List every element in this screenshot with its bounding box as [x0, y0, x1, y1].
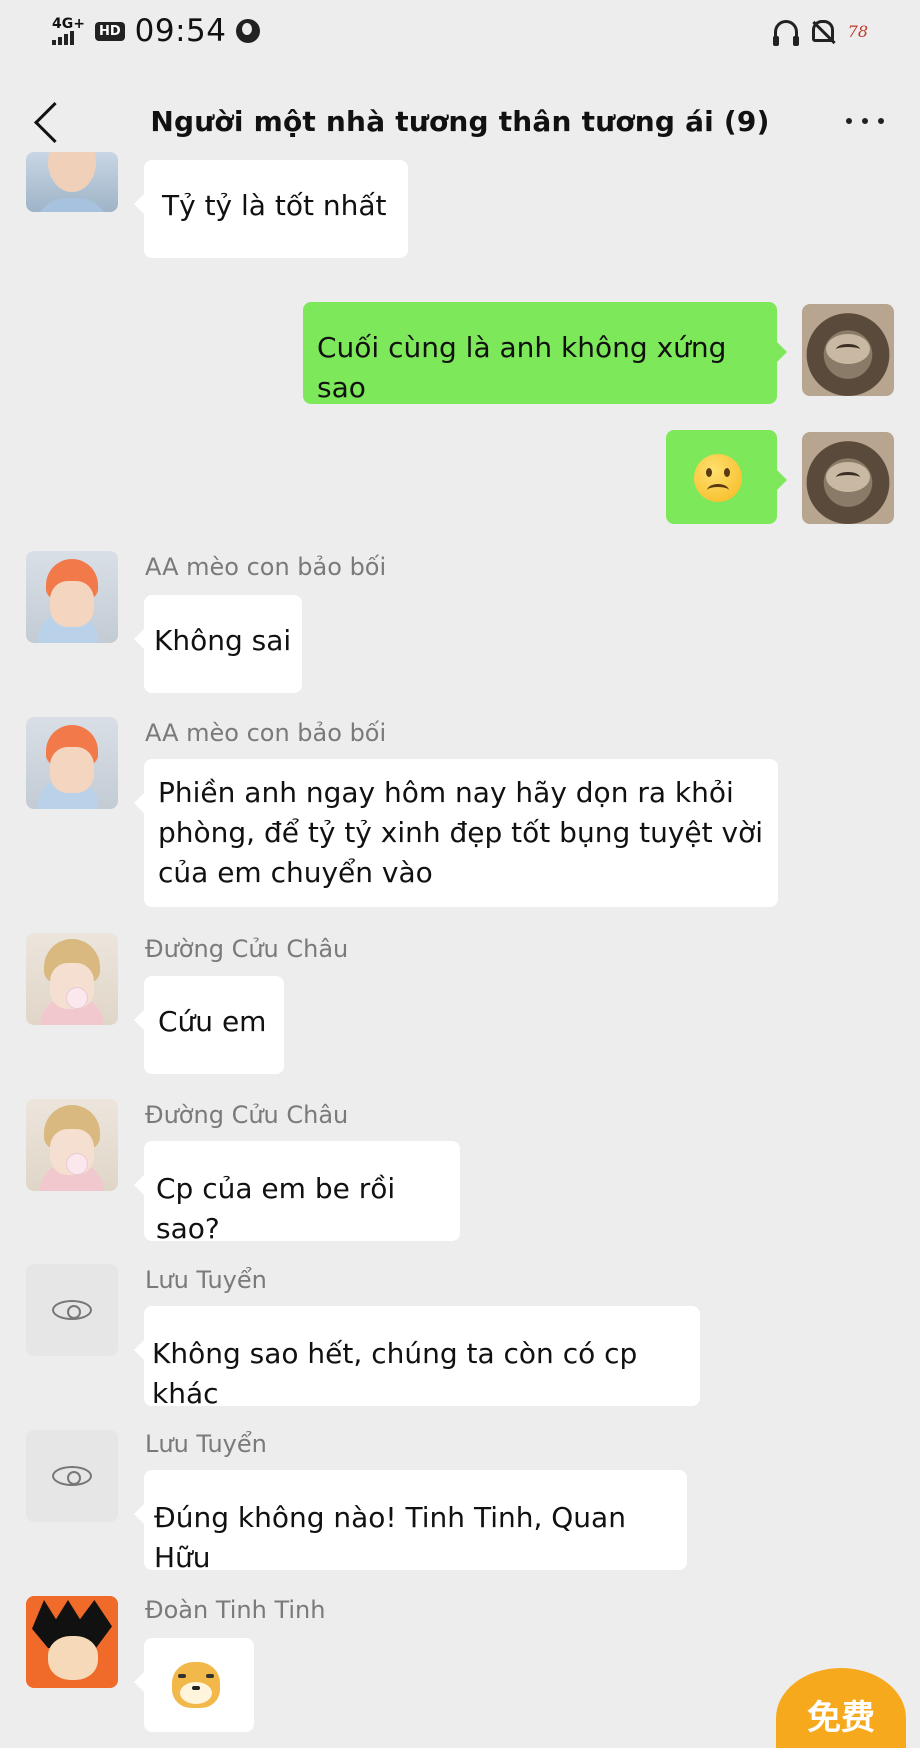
cat-avatar[interactable] [802, 432, 894, 524]
blonde-avatar[interactable] [26, 933, 118, 1025]
battery-level: 78 [847, 21, 868, 41]
back-icon[interactable] [30, 102, 70, 146]
eye-avatar[interactable] [26, 1430, 118, 1522]
message-bubble[interactable] [666, 430, 787, 524]
message-text: Cứu em [158, 1005, 267, 1038]
blonde-avatar[interactable] [26, 1099, 118, 1191]
message-text: Đúng không nào! Tinh Tinh, Quan Hữu [154, 1501, 626, 1574]
chat-title: Người một nhà tương thân tương ái (9) [150, 104, 770, 138]
headphone-icon [772, 20, 799, 46]
message-bubble[interactable]: Cuối cùng là anh không xứng sao [303, 302, 787, 404]
sender-name: AA mèo con bảo bối [145, 719, 387, 747]
message-row: Đường Cửu Châu Cứu em [0, 933, 920, 1074]
hd-badge: HD [94, 21, 125, 41]
message-row: AA mèo con bảo bối Phiền anh ngay hôm na… [0, 717, 920, 907]
sender-name: Đoàn Tinh Tinh [145, 1596, 326, 1624]
status-left: 4G+ HD 09:54 [52, 13, 261, 49]
message-text: Không sao hết, chúng ta còn có cp khác [152, 1337, 638, 1410]
muted-bell-icon [811, 20, 834, 42]
sender-name: AA mèo con bảo bối [145, 553, 387, 581]
eye-avatar[interactable] [26, 1264, 118, 1356]
message-row: Cuối cùng là anh không xứng sao [0, 302, 920, 406]
status-right: 78 [772, 20, 868, 46]
globe-icon [236, 19, 261, 43]
message-row: Lưu Tuyển Không sao hết, chúng ta còn có… [0, 1264, 920, 1410]
message-text: Cuối cùng là anh không xứng sao [317, 331, 727, 404]
frowning-face-emoji [694, 454, 742, 502]
status-bar: 4G+ HD 09:54 78 [0, 0, 920, 62]
message-text: Cp của em be rồi sao? [156, 1172, 396, 1245]
message-text-line: Phiền anh ngay hôm nay hãy dọn ra khỏi [158, 776, 734, 809]
clock: 09:54 [134, 13, 227, 49]
message-text: Tỷ tỷ là tốt nhất [162, 189, 387, 222]
message-row: Tỷ tỷ là tốt nhất [0, 152, 920, 272]
cat-avatar[interactable] [802, 304, 894, 396]
message-row: Lưu Tuyển Đúng không nào! Tinh Tinh, Qua… [0, 1430, 920, 1574]
message-row: Đường Cửu Châu Cp của em be rồi sao? [0, 1099, 920, 1245]
message-bubble[interactable]: Không sai [134, 595, 302, 693]
orange-hair-avatar[interactable] [26, 717, 118, 809]
network-type: 4G+ [52, 16, 85, 32]
message-text: Không sai [154, 624, 292, 657]
network-indicator: 4G+ [52, 17, 85, 45]
message-bubble[interactable]: Cp của em be rồi sao? [134, 1141, 460, 1245]
message-bubble[interactable]: Tỷ tỷ là tốt nhất [134, 160, 408, 258]
sender-name: Lưu Tuyển [145, 1266, 267, 1294]
goku-avatar[interactable] [26, 1596, 118, 1688]
more-options-icon[interactable] [846, 118, 884, 124]
sender-name: Lưu Tuyển [145, 1430, 267, 1458]
message-bubble[interactable]: Đúng không nào! Tinh Tinh, Quan Hữu [134, 1470, 687, 1574]
message-text-line: phòng, để tỷ tỷ xinh đẹp tốt bụng tuyệt … [158, 816, 763, 849]
message-bubble[interactable]: Cứu em [134, 976, 284, 1074]
message-bubble[interactable]: Không sao hết, chúng ta còn có cp khác [134, 1306, 700, 1410]
message-bubble[interactable] [134, 1638, 254, 1732]
sender-name: Đường Cửu Châu [145, 935, 349, 963]
doge-sticker [172, 1662, 220, 1708]
girl-avatar[interactable] [26, 152, 118, 212]
eye-icon [52, 1466, 92, 1486]
message-text-line: của em chuyển vào [158, 856, 433, 889]
sender-name: Đường Cửu Châu [145, 1101, 349, 1129]
orange-hair-avatar[interactable] [26, 551, 118, 643]
signal-icon [52, 31, 74, 45]
eye-icon [52, 1300, 92, 1320]
message-bubble[interactable]: Phiền anh ngay hôm nay hãy dọn ra khỏi p… [134, 759, 778, 907]
message-row [0, 430, 920, 526]
message-row: AA mèo con bảo bối Không sai [0, 551, 920, 693]
